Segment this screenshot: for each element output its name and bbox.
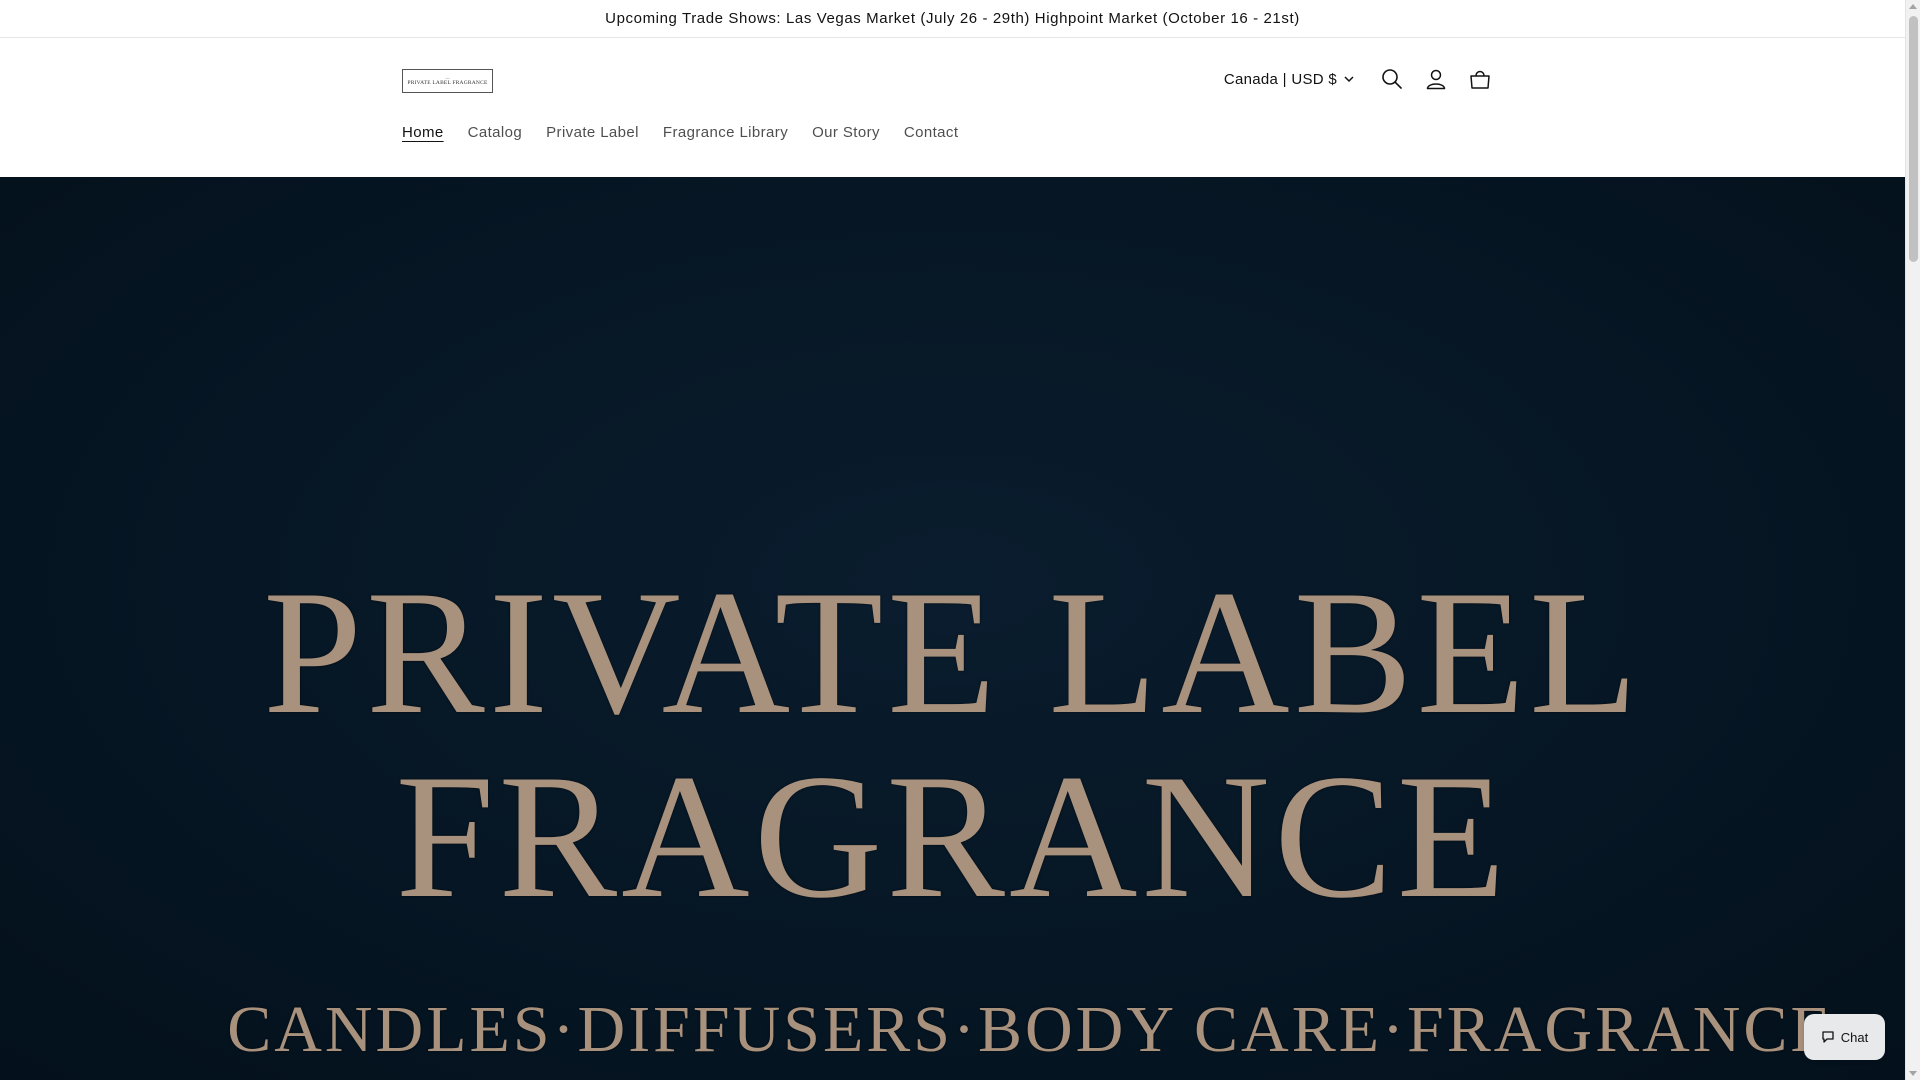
announcement-bar: Upcoming Trade Shows: Las Vegas Market (… [0, 0, 1905, 38]
nav-item-home[interactable]: Home [390, 118, 456, 147]
hero-subtitle: CANDLES·DIFFUSERS·BODY CARE·FRAGRANCE [227, 993, 1834, 1066]
hero-title-line1: PRIVATE LABEL [263, 553, 1642, 751]
cart-button[interactable] [1458, 57, 1502, 101]
nav-item-contact[interactable]: Contact [892, 118, 971, 147]
chat-bubble-icon [1822, 1031, 1834, 1043]
chevron-down-icon [1344, 75, 1354, 82]
header-utilities: Canada | USD $ [1224, 62, 1502, 96]
account-button[interactable] [1414, 57, 1458, 101]
nav-item-fragrance-library[interactable]: Fragrance Library [651, 118, 800, 147]
site-header: — PRIVATE LABEL FRAGRANCE Canada | USD $ [0, 38, 1905, 177]
cart-icon [1470, 70, 1490, 89]
page: Upcoming Trade Shows: Las Vegas Market (… [0, 0, 1905, 1080]
hero-title-line2: FRAGRANCE [395, 737, 1510, 935]
scroll-down-arrow-icon[interactable] [1909, 1071, 1917, 1076]
scroll-up-arrow-icon[interactable] [1909, 4, 1917, 9]
chat-button-label: Chat [1840, 1029, 1869, 1045]
page-scrollbar[interactable] [1905, 0, 1920, 1080]
chat-button[interactable]: Chat [1804, 1014, 1885, 1060]
search-button[interactable] [1370, 57, 1414, 101]
currency-selector-label: Canada | USD $ [1223, 70, 1337, 88]
nav-item-private-label[interactable]: Private Label [534, 118, 651, 147]
search-icon [1382, 69, 1402, 89]
nav-item-our-story[interactable]: Our Story [800, 118, 892, 147]
scrollbar-thumb[interactable] [1909, 16, 1918, 262]
nav-item-catalog[interactable]: Catalog [456, 118, 535, 147]
site-logo[interactable]: — PRIVATE LABEL FRAGRANCE [402, 69, 493, 93]
hero-banner: PRIVATE LABEL FRAGRANCE CANDLES·DIFFUSER… [0, 177, 1905, 1080]
currency-selector[interactable]: Canada | USD $ [1224, 71, 1354, 88]
logo-text: PRIVATE LABEL FRAGRANCE [407, 80, 488, 86]
announcement-text: Upcoming Trade Shows: Las Vegas Market (… [605, 10, 1300, 27]
account-icon [1426, 69, 1446, 90]
main-nav: Home Catalog Private Label Fragrance Lib… [390, 118, 970, 147]
